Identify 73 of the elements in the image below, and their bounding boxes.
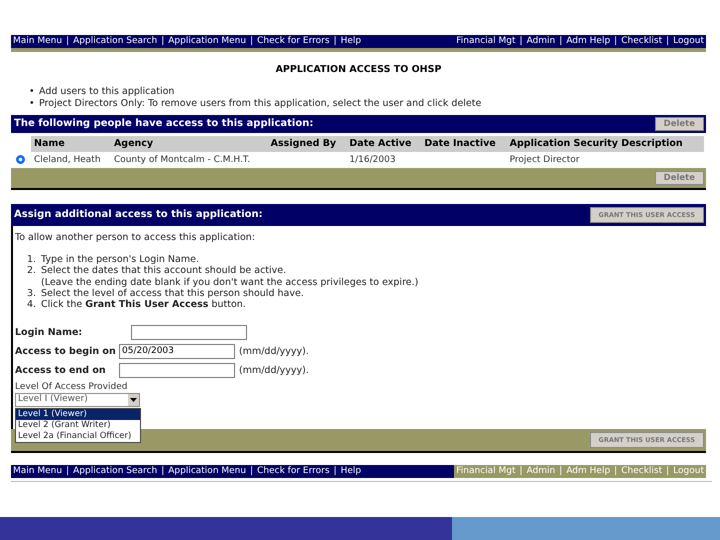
step-number: 2. [27,265,38,278]
nav-link[interactable]: Application Menu [168,466,246,476]
column-header: Date Active [346,136,422,152]
nav-link[interactable]: Logout [673,36,704,47]
column-header: Agency [110,136,268,152]
instruction-text: Add users to this application [39,86,174,98]
separator: | [161,36,164,47]
page-title: APPLICATION ACCESS TO OHSP [274,64,442,76]
radio-button[interactable] [16,154,25,164]
nav-link[interactable]: Admin [526,36,556,47]
format-hint: (mm/dd/yyyy). [239,346,309,357]
step-number: 1. [27,254,38,266]
input-field[interactable] [119,362,235,378]
nav-link[interactable]: Adm Help [566,36,610,47]
step-text: Click the Grant This User Access button. [41,299,246,311]
separator: | [250,36,254,47]
nav-link[interactable]: Check for Errors [257,466,330,476]
nav-link[interactable]: Help [340,466,362,476]
bullet: • [29,86,36,98]
separator: | [520,466,523,476]
dropdown[interactable]: Level I (Viewer) [15,392,140,406]
nav-link[interactable]: Checklist [621,36,662,47]
input-field[interactable]: 05/20/2003 [119,344,235,359]
separator: | [334,36,337,47]
section-title: Assign additional access to this application: [14,209,263,222]
separator: | [666,36,670,47]
step-number: 4. [27,299,38,311]
nav-link[interactable]: Application Search [73,466,158,476]
bullet: • [29,98,36,110]
table-cell: Cleland, Heath [34,154,101,165]
section-title: The following people have access to this application: [14,118,314,130]
separator: | [520,36,523,47]
nav-link[interactable]: Application Menu [168,36,246,47]
step-text: Select the dates that this account should be active. [41,265,288,277]
separator: | [614,466,618,476]
field-label: Login Name: [15,326,84,338]
separator: | [250,466,254,476]
format-hint: (mm/dd/yyyy). [239,364,309,376]
step-number: 3. [27,288,38,300]
table-cell: County of Montcalm - C.M.H.T. [114,154,250,165]
nav-link[interactable]: Help [340,36,362,47]
separator: | [334,466,337,476]
field-label: Access to begin on [15,346,117,357]
separator: | [559,36,562,47]
separator: | [161,466,164,476]
nav-link[interactable]: Check for Errors [257,36,330,47]
step-note: (Leave the ending date blank if you don't want the access privileges to expire.) [41,276,418,288]
caret-icon [130,398,137,402]
nav-link[interactable]: Main Menu [13,36,62,47]
dropdown-option[interactable]: Level 2a (Financial Officer) [16,430,140,442]
column-header: Application Security Description [506,136,704,152]
input-field[interactable] [131,324,247,340]
intro-text: To allow another person to access this application: [15,232,256,244]
column-header: Name [31,136,111,152]
instruction-text: Project Directors Only: To remove users from this application, select the user and click delete [39,98,482,110]
nav-link[interactable]: Main Menu [13,466,62,476]
field-label: Access to end on [15,364,107,376]
dropdown-option[interactable]: Level 2 (Grant Writer) [16,420,140,430]
separator: | [66,36,70,47]
table-cell: 1/16/2003 [349,154,396,165]
separator: | [614,36,618,47]
separator: | [559,466,562,476]
field-label: Level Of Access Provided [15,382,128,392]
separator: | [666,466,670,476]
column-header: Assigned By [268,136,346,152]
step-text: Select the level of access that this person should have. [41,288,304,300]
nav-link[interactable]: Application Search [73,36,158,47]
separator: | [66,466,70,476]
column-header: Date Inactive [421,136,507,152]
table-cell: Project Director [510,154,580,165]
nav-link[interactable]: Financial Mgt [456,36,516,47]
step-text: Type in the person's Login Name. [41,254,199,266]
dropdown-option[interactable]: Level 1 (Viewer) [16,408,140,420]
